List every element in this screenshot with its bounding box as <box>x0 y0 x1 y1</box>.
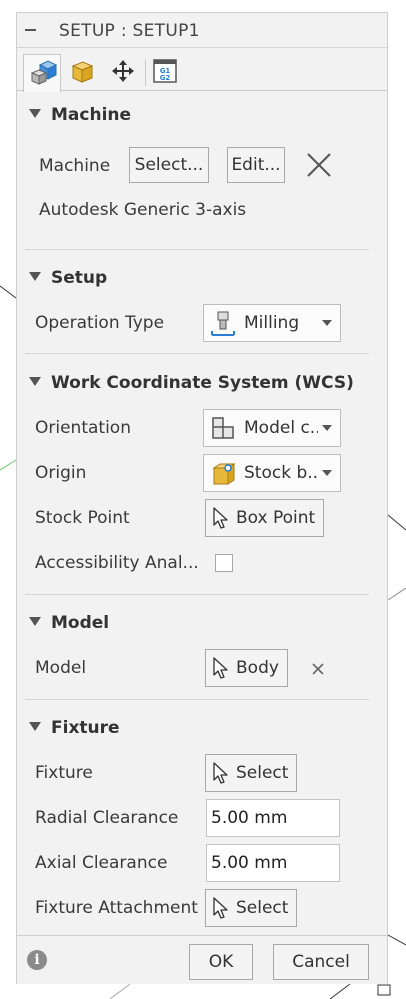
stock-tab-icon <box>71 61 94 83</box>
info-icon[interactable]: i <box>27 950 47 970</box>
fixture-select-button[interactable]: Select <box>205 754 298 792</box>
model-section-title: Model <box>51 613 110 633</box>
tab-post-process[interactable] <box>105 54 143 90</box>
accessibility-analysis-checkbox[interactable] <box>215 554 233 572</box>
model-section-header[interactable]: Model <box>29 613 109 633</box>
fixture-section-header[interactable]: Fixture <box>29 718 120 738</box>
cursor-arrow-icon <box>213 897 228 919</box>
setup-section-header[interactable]: Setup <box>29 268 107 288</box>
nc-program-tab-icon: G1 G2 <box>153 59 177 83</box>
cursor-arrow-icon <box>213 507 228 529</box>
radial-clearance-label: Radial Clearance <box>35 808 179 828</box>
tab-separator <box>145 60 146 86</box>
collapse-icon[interactable] <box>25 29 36 31</box>
section-divider <box>25 699 369 700</box>
milling-icon <box>208 308 238 338</box>
section-divider <box>25 249 369 250</box>
svg-text:G2: G2 <box>160 74 171 82</box>
fixture-attachment-select-button[interactable]: Select <box>205 889 298 927</box>
axial-clearance-input[interactable] <box>206 844 340 882</box>
dialog-titlebar: SETUP : SETUP1 <box>17 13 387 48</box>
operation-type-value: Milling <box>244 313 300 333</box>
model-value: Body <box>236 658 279 678</box>
operation-type-dropdown[interactable]: Milling <box>203 304 341 342</box>
stock-box-point-icon <box>208 458 238 488</box>
collapse-triangle-icon <box>29 617 41 626</box>
move-arrows-icon <box>112 60 134 82</box>
origin-label: Origin <box>35 463 87 483</box>
machine-select-button[interactable]: Select... <box>129 147 209 183</box>
machine-edit-button[interactable]: Edit... <box>227 147 285 183</box>
origin-value: Stock b... <box>244 463 318 483</box>
tab-strip: G1 G2 <box>17 48 387 92</box>
origin-dropdown[interactable]: Stock b... <box>203 454 341 492</box>
fixture-select-label: Select <box>236 763 289 783</box>
setup-dialog: SETUP : SETUP1 G1 G2 Machine Machine Sel… <box>16 12 388 984</box>
fixture-attachment-select-label: Select <box>236 898 289 918</box>
cancel-button[interactable]: Cancel <box>273 944 369 980</box>
fixture-attachment-label: Fixture Attachment <box>35 898 198 918</box>
setup-section-title: Setup <box>51 268 108 288</box>
fixture-label: Fixture <box>35 763 93 783</box>
chevron-down-icon <box>322 320 332 326</box>
cursor-arrow-icon <box>213 762 228 784</box>
stock-point-button[interactable]: Box Point <box>205 499 325 537</box>
model-label: Model <box>35 658 87 678</box>
orientation-label: Orientation <box>35 418 131 438</box>
orientation-value: Model c... <box>244 418 318 438</box>
collapse-triangle-icon <box>29 109 41 118</box>
model-select-button[interactable]: Body <box>205 649 288 687</box>
chevron-down-icon <box>322 425 332 431</box>
machine-section-header[interactable]: Machine <box>29 105 131 125</box>
wcs-section-title: Work Coordinate System (WCS) <box>51 373 354 393</box>
operation-type-label: Operation Type <box>35 313 165 333</box>
collapse-triangle-icon <box>29 272 41 281</box>
cursor-arrow-icon <box>213 657 228 679</box>
collapse-triangle-icon <box>29 722 41 731</box>
setup-tab-icon <box>30 60 58 85</box>
stock-point-button-label: Box Point <box>236 508 316 528</box>
clear-model-icon[interactable] <box>311 662 325 676</box>
chevron-down-icon <box>322 470 332 476</box>
orientation-dropdown[interactable]: Model c... <box>203 409 341 447</box>
accessibility-analysis-label: Accessibility Anal... <box>35 553 199 573</box>
section-divider <box>25 353 369 354</box>
ok-button[interactable]: OK <box>189 944 253 980</box>
machine-section-title: Machine <box>51 105 132 125</box>
dialog-footer: i OK Cancel <box>17 935 387 984</box>
radial-clearance-input[interactable] <box>206 799 340 837</box>
machine-label: Machine <box>39 156 111 176</box>
fixture-section-title: Fixture <box>51 718 120 738</box>
machine-name: Autodesk Generic 3-axis <box>39 200 247 220</box>
clear-machine-icon[interactable] <box>305 151 333 179</box>
wcs-section-header[interactable]: Work Coordinate System (WCS) <box>29 373 354 393</box>
tab-nc-program[interactable]: G1 G2 <box>147 54 185 90</box>
stock-point-label: Stock Point <box>35 508 130 528</box>
tab-stock[interactable] <box>63 54 101 90</box>
tab-setup[interactable] <box>23 54 61 92</box>
section-divider <box>25 594 369 595</box>
collapse-triangle-icon <box>29 377 41 386</box>
model-orientation-icon <box>208 413 238 443</box>
dialog-title: SETUP : SETUP1 <box>59 21 200 41</box>
axial-clearance-label: Axial Clearance <box>35 853 168 873</box>
